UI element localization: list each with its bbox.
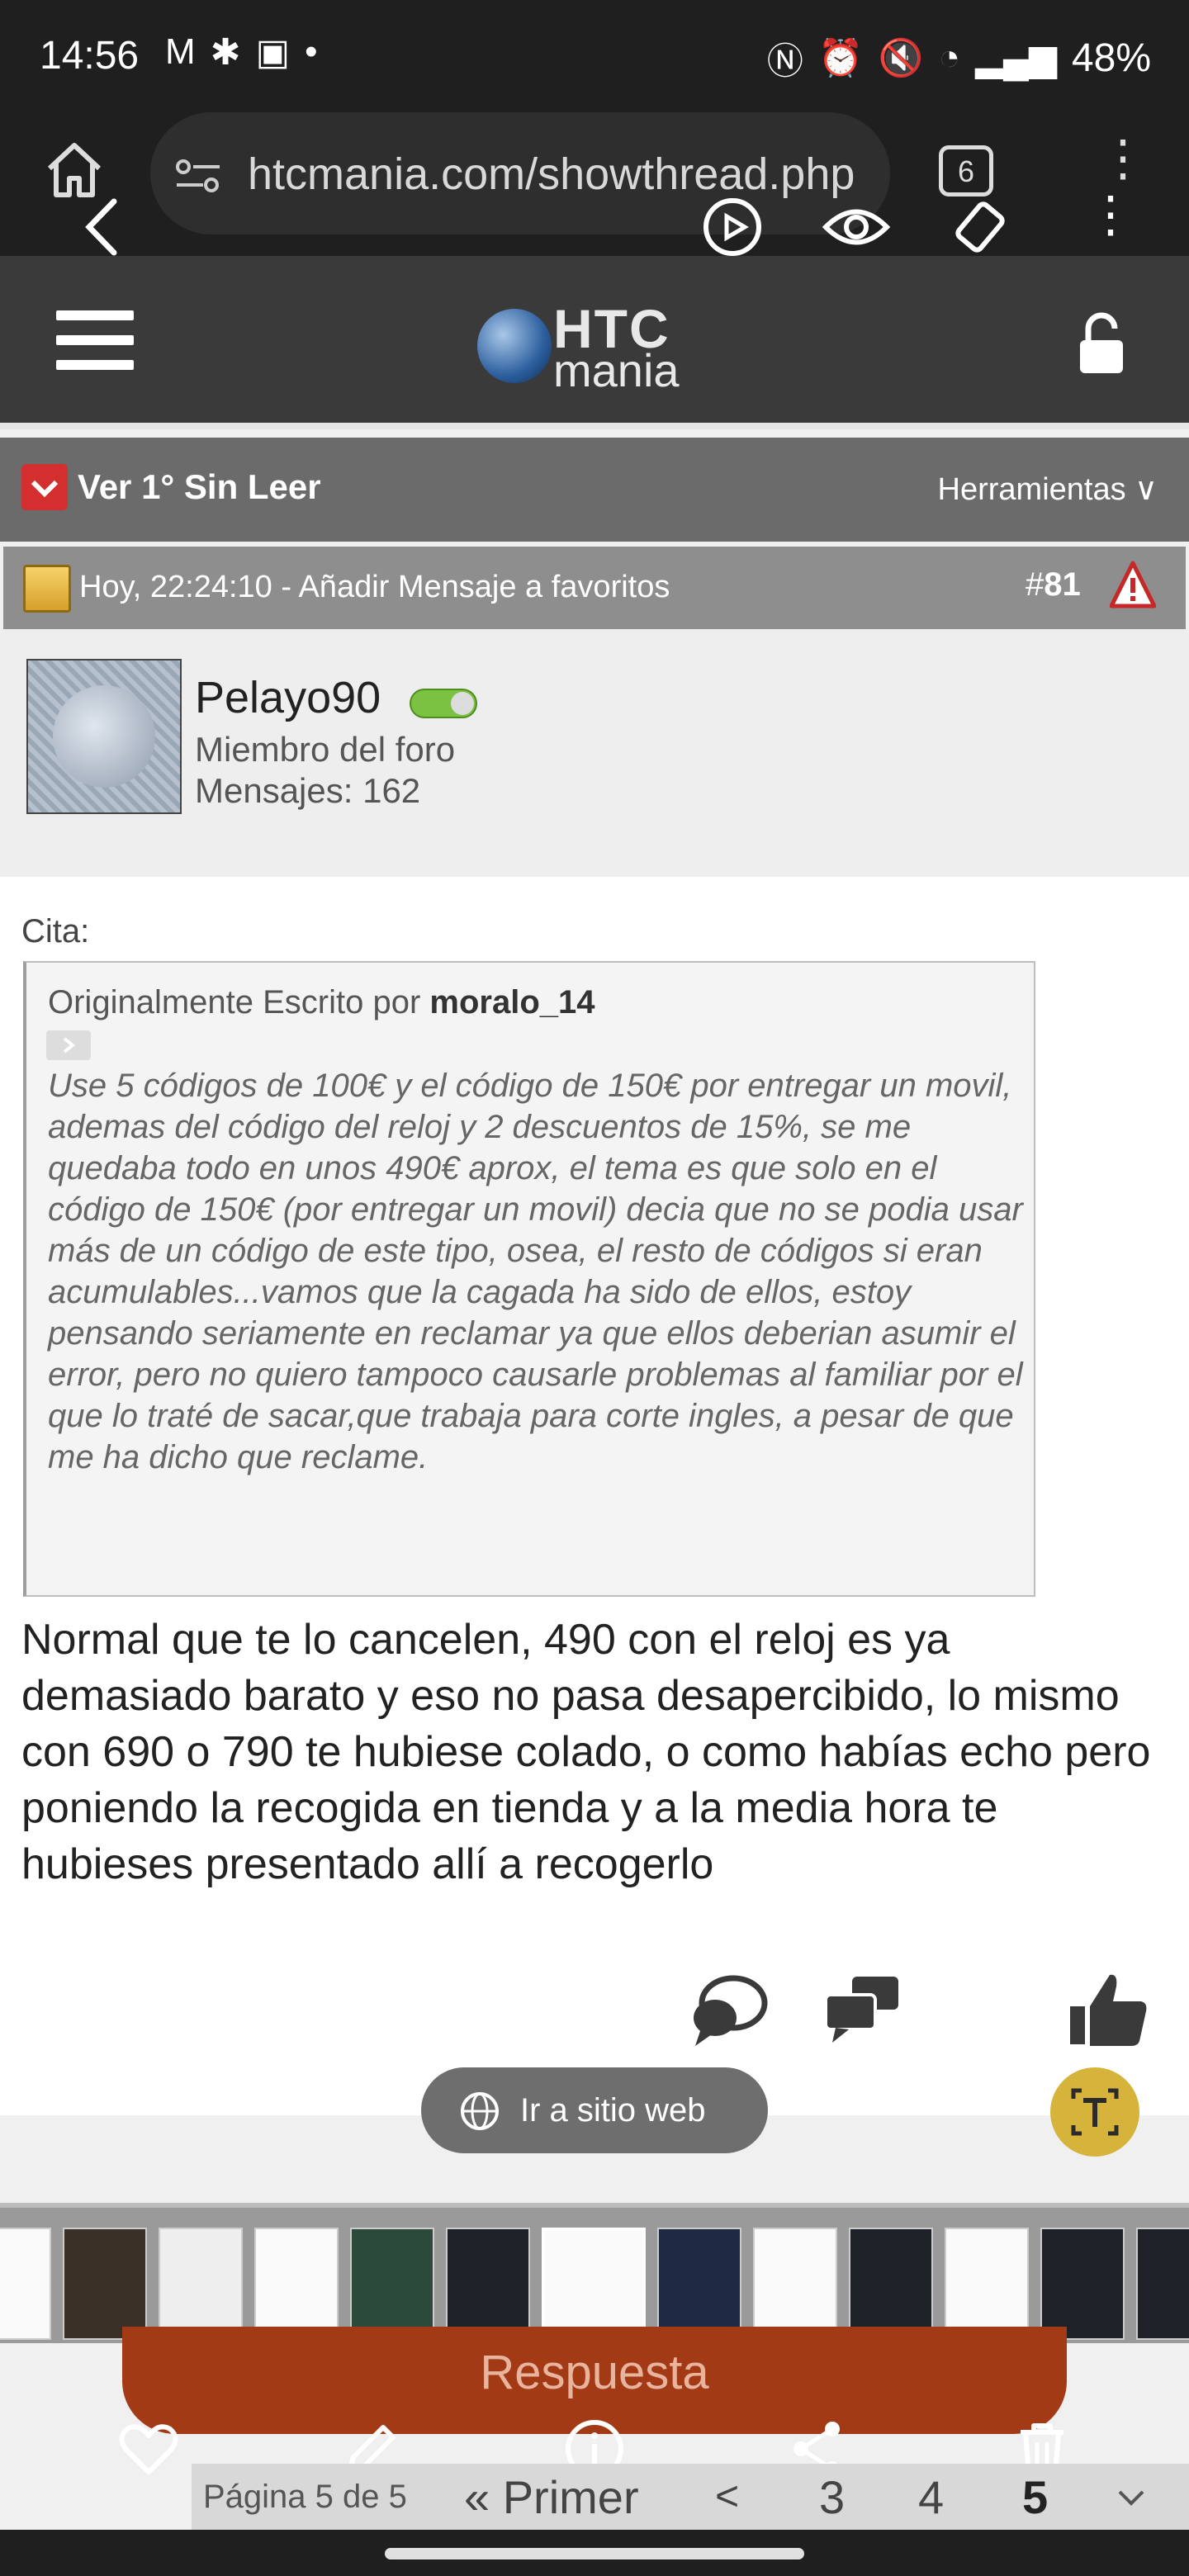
rotate-icon[interactable] [943, 190, 1017, 264]
quote-reply-icon[interactable] [682, 1965, 773, 2056]
page-link-3[interactable]: 3 [819, 2470, 845, 2524]
thumbnail[interactable] [159, 2228, 243, 2340]
view-post-arrow-icon[interactable] [46, 1030, 91, 1060]
prev-page-link[interactable]: < [715, 2472, 739, 2520]
multi-quote-icon[interactable] [819, 1965, 910, 2056]
post-number: 81 [1044, 566, 1081, 603]
signal-icon: ▂▄▆ [975, 37, 1057, 78]
battery-level: 48% [1071, 36, 1151, 80]
site-header: HTC mania [0, 256, 1189, 429]
post-header: Hoy, 22:24:10 - Añadir Mensaje a favorit… [3, 547, 1186, 629]
chevron-down-icon[interactable] [1115, 2480, 1148, 2513]
view-first-unread-link[interactable]: Ver 1° Sin Leer [78, 467, 321, 507]
thumbnail[interactable] [446, 2228, 530, 2340]
report-warning-icon[interactable] [1110, 560, 1156, 609]
pagination: Página 5 de 5 « Primer < 3 4 5 [192, 2464, 1189, 2530]
post-number-link[interactable]: #81 [1026, 566, 1081, 604]
thread-bar: Ver 1° Sin Leer Herramientas ∨ [0, 438, 1189, 542]
back-arrow-icon[interactable] [66, 190, 140, 264]
online-status-icon [410, 689, 477, 718]
tools-label: Herramientas [937, 472, 1126, 507]
quote-label: Cita: [21, 913, 90, 949]
tools-dropdown[interactable]: Herramientas ∨ [938, 471, 1158, 508]
quote-by-prefix: Originalmente Escrito por [48, 984, 430, 1020]
go-to-website-button[interactable]: Ir a sitio web [421, 2067, 768, 2153]
unlock-icon[interactable] [1075, 312, 1128, 375]
username-link[interactable]: Pelayo90 [195, 672, 381, 723]
home-gesture-handle[interactable] [385, 2548, 804, 2559]
site-logo[interactable]: HTC mania [477, 297, 717, 396]
thumbnail[interactable] [350, 2228, 434, 2340]
overlay-menu-icon[interactable]: ⋮ [1073, 190, 1148, 264]
thumbs-up-icon[interactable] [1065, 1965, 1156, 2056]
thumbnail[interactable] [849, 2228, 933, 2340]
alarm-icon: ⏰ [817, 38, 864, 78]
post-status-icon [23, 565, 71, 613]
notification-icons: M ✱ ▣ • [165, 31, 318, 73]
text-extract-icon[interactable] [1050, 2067, 1139, 2157]
logo-ball-icon [477, 309, 552, 383]
user-role: Miembro del foro [195, 730, 456, 769]
nfc-icon: Ⓝ [766, 41, 803, 82]
logo-bottom-text: mania [553, 344, 680, 396]
thumbnail[interactable] [254, 2228, 339, 2340]
image-icon: ▣ [255, 32, 291, 73]
chevron-down-icon: ∨ [1135, 472, 1158, 507]
hamburger-menu-icon[interactable] [56, 310, 134, 370]
status-time: 14:56 [40, 34, 140, 78]
quote-author: moralo_14 [429, 984, 595, 1020]
post-actions [0, 1965, 1189, 2072]
thumbnail[interactable] [1040, 2228, 1125, 2340]
slack-icon: ✱ [210, 32, 241, 73]
wifi-icon: ◔ [938, 37, 961, 78]
eye-icon[interactable] [819, 190, 893, 264]
quote-text: Use 5 códigos de 100€ y el código de 150… [48, 1068, 1023, 1475]
quote-block: Originalmente Escrito por moralo_14 Use … [23, 961, 1035, 1597]
system-icons: Ⓝ ⏰ 🔇 ◔ ▂▄▆ 48% [767, 31, 1151, 84]
first-page-link[interactable]: « Primer [464, 2470, 639, 2524]
thumbnail[interactable] [753, 2228, 837, 2340]
go-to-website-label: Ir a sitio web [520, 2092, 706, 2129]
avatar[interactable] [26, 659, 182, 814]
play-circle-icon[interactable] [695, 190, 770, 264]
user-info: Pelayo90 Miembro del foro Mensajes: 162 [0, 629, 1189, 877]
page-info: Página 5 de 5 [203, 2479, 407, 2515]
page-link-4[interactable]: 4 [918, 2470, 944, 2524]
thumbnail[interactable] [945, 2228, 1029, 2340]
post-number-prefix: # [1026, 566, 1045, 603]
mute-icon: 🔇 [878, 38, 924, 78]
thumbnail[interactable] [63, 2228, 147, 2340]
status-bar: 14:56 M ✱ ▣ • Ⓝ ⏰ 🔇 ◔ ▂▄▆ 48% [0, 0, 1189, 107]
thumbnail[interactable] [1136, 2228, 1189, 2340]
heart-icon[interactable] [116, 2416, 182, 2482]
page-current: 5 [1022, 2471, 1049, 2523]
gmail-icon: M [165, 31, 196, 72]
recent-screenshots-strip [0, 2203, 1189, 2343]
post-message: Normal que te lo cancelen, 490 con el re… [21, 1616, 1151, 1888]
thumbnail[interactable] [657, 2228, 741, 2340]
chevron-down-icon[interactable] [21, 464, 68, 510]
thumbnail-current[interactable] [542, 2228, 646, 2340]
system-nav-bar [0, 2530, 1189, 2576]
post-date-link[interactable]: Hoy, 22:24:10 - Añadir Mensaje a favorit… [79, 570, 670, 605]
dot-icon: • [305, 31, 318, 72]
globe-icon [461, 2092, 499, 2130]
tab-switcher-button[interactable]: 6 [939, 145, 993, 197]
thumbnail[interactable] [0, 2228, 51, 2340]
post-body: Cita: Originalmente Escrito por moralo_1… [0, 877, 1189, 2115]
user-post-count: Mensajes: 162 [195, 771, 421, 810]
quote-attribution: Originalmente Escrito por moralo_14 [48, 984, 595, 1021]
